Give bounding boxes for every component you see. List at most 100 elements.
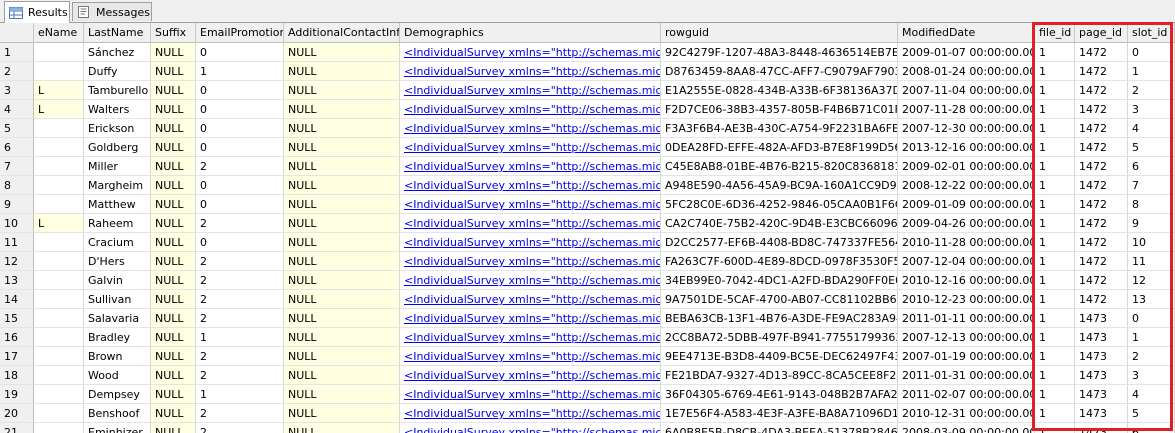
cell-slot-id: 4 bbox=[1128, 385, 1175, 404]
cell-file-id: 1 bbox=[1035, 62, 1075, 81]
cell-page-id: 1472 bbox=[1075, 138, 1128, 157]
table-row[interactable]: 7 Miller NULL 2 NULL <IndividualSurvey xmlns=… bbox=[0, 157, 1175, 176]
cell-row-number: 17 bbox=[0, 347, 34, 366]
table-row[interactable]: 11 Cracium NULL 0 NULL <IndividualSurvey xmln… bbox=[0, 233, 1175, 252]
column-header-first-name[interactable]: eName bbox=[34, 23, 84, 43]
table-row[interactable]: 8 Margheim NULL 0 NULL <IndividualSurvey xmln… bbox=[0, 176, 1175, 195]
table-row[interactable]: 13 Galvin NULL 2 NULL <IndividualSurvey xmlns… bbox=[0, 271, 1175, 290]
table-row[interactable]: 15 Salavaria NULL 2 NULL <IndividualSurvey xm… bbox=[0, 309, 1175, 328]
cell-additional-contact-info: NULL bbox=[284, 62, 400, 81]
cell-first-name bbox=[34, 157, 84, 176]
cell-rowguid: 9A7501DE-5CAF-4700-AB07-CC81102BB696 bbox=[661, 290, 898, 309]
cell-demographics[interactable]: <IndividualSurvey xmlns="http://schemas.… bbox=[400, 176, 661, 195]
column-header-modified-date[interactable]: ModifiedDate bbox=[898, 23, 1035, 43]
cell-first-name bbox=[34, 347, 84, 366]
cell-additional-contact-info: NULL bbox=[284, 176, 400, 195]
cell-additional-contact-info: NULL bbox=[284, 233, 400, 252]
column-header-page-id[interactable]: page_id bbox=[1075, 23, 1128, 43]
cell-demographics[interactable]: <IndividualSurvey xmlns="http://schemas.… bbox=[400, 81, 661, 100]
column-header-row: eName LastName Suffix EmailPromotion Additio… bbox=[0, 23, 1175, 43]
cell-file-id: 1 bbox=[1035, 347, 1075, 366]
cell-rowguid: D8763459-8AA8-47CC-AFF7-C9079AF79033 bbox=[661, 62, 898, 81]
tab-messages[interactable]: Messages bbox=[72, 2, 152, 21]
results-grid[interactable]: eName LastName Suffix EmailPromotion Additio… bbox=[0, 23, 1175, 433]
cell-row-number: 12 bbox=[0, 252, 34, 271]
cell-demographics[interactable]: <IndividualSurvey xmlns="http://schemas.… bbox=[400, 366, 661, 385]
cell-file-id: 1 bbox=[1035, 328, 1075, 347]
table-row[interactable]: 1 Sánchez NULL 0 NULL <IndividualSurvey xmlns… bbox=[0, 43, 1175, 62]
column-header-file-id[interactable]: file_id bbox=[1035, 23, 1075, 43]
cell-rowguid: 34EB99E0-7042-4DC1-A2FD-BDA290FF0E07 bbox=[661, 271, 898, 290]
column-header-additional-contact-info[interactable]: AdditionalContactInfo bbox=[284, 23, 400, 43]
table-row[interactable]: 20 Benshoof NULL 2 NULL <IndividualSurvey xml… bbox=[0, 404, 1175, 423]
table-row[interactable]: 16 Bradley NULL 1 NULL <IndividualSurvey xmln… bbox=[0, 328, 1175, 347]
cell-demographics[interactable]: <IndividualSurvey xmlns="http://schemas.… bbox=[400, 309, 661, 328]
cell-row-number: 14 bbox=[0, 290, 34, 309]
cell-demographics[interactable]: <IndividualSurvey xmlns="http://schemas.… bbox=[400, 423, 661, 433]
cell-modified-date: 2010-11-28 00:00:00.000 bbox=[898, 233, 1035, 252]
tab-messages-label: Messages bbox=[96, 5, 150, 19]
table-row[interactable]: 12 D'Hers NULL 2 NULL <IndividualSurvey xmlns… bbox=[0, 252, 1175, 271]
cell-slot-id: 8 bbox=[1128, 195, 1175, 214]
cell-demographics[interactable]: <IndividualSurvey xmlns="http://schemas.… bbox=[400, 328, 661, 347]
cell-modified-date: 2007-12-13 00:00:00.000 bbox=[898, 328, 1035, 347]
table-row[interactable]: 9 Matthew NULL 0 NULL <IndividualSurvey xmlns… bbox=[0, 195, 1175, 214]
cell-demographics[interactable]: <IndividualSurvey xmlns="http://schemas.… bbox=[400, 347, 661, 366]
column-header-row-number[interactable] bbox=[0, 23, 34, 43]
cell-suffix: NULL bbox=[151, 347, 196, 366]
cell-modified-date: 2008-01-24 00:00:00.000 bbox=[898, 62, 1035, 81]
cell-last-name: Tamburello bbox=[84, 81, 151, 100]
cell-file-id: 1 bbox=[1035, 423, 1075, 433]
table-row[interactable]: 17 Brown NULL 2 NULL <IndividualSurvey xmlns=… bbox=[0, 347, 1175, 366]
cell-slot-id: 6 bbox=[1128, 423, 1175, 433]
cell-demographics[interactable]: <IndividualSurvey xmlns="http://schemas.… bbox=[400, 119, 661, 138]
cell-email-promotion: 0 bbox=[196, 233, 284, 252]
cell-rowguid: F2D7CE06-38B3-4357-805B-F4B6B71C01FF bbox=[661, 100, 898, 119]
table-row[interactable]: 21 Eminhizer NULL 2 NULL <IndividualSurvey xm… bbox=[0, 423, 1175, 433]
grid-icon bbox=[9, 6, 23, 19]
cell-demographics[interactable]: <IndividualSurvey xmlns="http://schemas.… bbox=[400, 62, 661, 81]
table-row[interactable]: 6 Goldberg NULL 0 NULL <IndividualSurvey xmln… bbox=[0, 138, 1175, 157]
cell-demographics[interactable]: <IndividualSurvey xmlns="http://schemas.… bbox=[400, 404, 661, 423]
cell-demographics[interactable]: <IndividualSurvey xmlns="http://schemas.… bbox=[400, 138, 661, 157]
table-row[interactable]: 2 Duffy NULL 1 NULL <IndividualSurvey xmlns="… bbox=[0, 62, 1175, 81]
column-header-email-promotion[interactable]: EmailPromotion bbox=[196, 23, 284, 43]
cell-demographics[interactable]: <IndividualSurvey xmlns="http://schemas.… bbox=[400, 100, 661, 119]
column-header-suffix[interactable]: Suffix bbox=[151, 23, 196, 43]
cell-slot-id: 6 bbox=[1128, 157, 1175, 176]
tab-results[interactable]: Results bbox=[4, 1, 70, 23]
table-row[interactable]: 3 L Tamburello NULL 0 NULL <IndividualSurvey x… bbox=[0, 81, 1175, 100]
table-row[interactable]: 5 Erickson NULL 0 NULL <IndividualSurvey xmln… bbox=[0, 119, 1175, 138]
column-header-rowguid[interactable]: rowguid bbox=[661, 23, 898, 43]
table-row[interactable]: 4 L Walters NULL 0 NULL <IndividualSurvey xmln… bbox=[0, 100, 1175, 119]
table-row[interactable]: 18 Wood NULL 2 NULL <IndividualSurvey xmlns="… bbox=[0, 366, 1175, 385]
cell-last-name: Raheem bbox=[84, 214, 151, 233]
cell-row-number: 1 bbox=[0, 43, 34, 62]
cell-last-name: Wood bbox=[84, 366, 151, 385]
cell-demographics[interactable]: <IndividualSurvey xmlns="http://schemas.… bbox=[400, 271, 661, 290]
cell-modified-date: 2008-03-09 00:00:00.000 bbox=[898, 423, 1035, 433]
cell-demographics[interactable]: <IndividualSurvey xmlns="http://schemas.… bbox=[400, 195, 661, 214]
cell-first-name: L bbox=[34, 100, 84, 119]
cell-suffix: NULL bbox=[151, 214, 196, 233]
table-row[interactable]: 19 Dempsey NULL 1 NULL <IndividualSurvey xmln… bbox=[0, 385, 1175, 404]
cell-demographics[interactable]: <IndividualSurvey xmlns="http://schemas.… bbox=[400, 43, 661, 62]
cell-slot-id: 5 bbox=[1128, 138, 1175, 157]
cell-file-id: 1 bbox=[1035, 271, 1075, 290]
cell-modified-date: 2007-12-04 00:00:00.000 bbox=[898, 252, 1035, 271]
cell-demographics[interactable]: <IndividualSurvey xmlns="http://schemas.… bbox=[400, 233, 661, 252]
cell-demographics[interactable]: <IndividualSurvey xmlns="http://schemas.… bbox=[400, 214, 661, 233]
cell-additional-contact-info: NULL bbox=[284, 271, 400, 290]
cell-demographics[interactable]: <IndividualSurvey xmlns="http://schemas.… bbox=[400, 290, 661, 309]
column-header-demographics[interactable]: Demographics bbox=[400, 23, 661, 43]
cell-demographics[interactable]: <IndividualSurvey xmlns="http://schemas.… bbox=[400, 252, 661, 271]
table-row[interactable]: 14 Sullivan NULL 2 NULL <IndividualSurvey xml… bbox=[0, 290, 1175, 309]
cell-suffix: NULL bbox=[151, 309, 196, 328]
column-header-slot-id[interactable]: slot_id bbox=[1128, 23, 1175, 43]
cell-file-id: 1 bbox=[1035, 195, 1075, 214]
cell-demographics[interactable]: <IndividualSurvey xmlns="http://schemas.… bbox=[400, 385, 661, 404]
table-row[interactable]: 10 L Raheem NULL 2 NULL <IndividualSurvey xmln… bbox=[0, 214, 1175, 233]
cell-email-promotion: 2 bbox=[196, 366, 284, 385]
column-header-last-name[interactable]: LastName bbox=[84, 23, 151, 43]
cell-demographics[interactable]: <IndividualSurvey xmlns="http://schemas.… bbox=[400, 157, 661, 176]
